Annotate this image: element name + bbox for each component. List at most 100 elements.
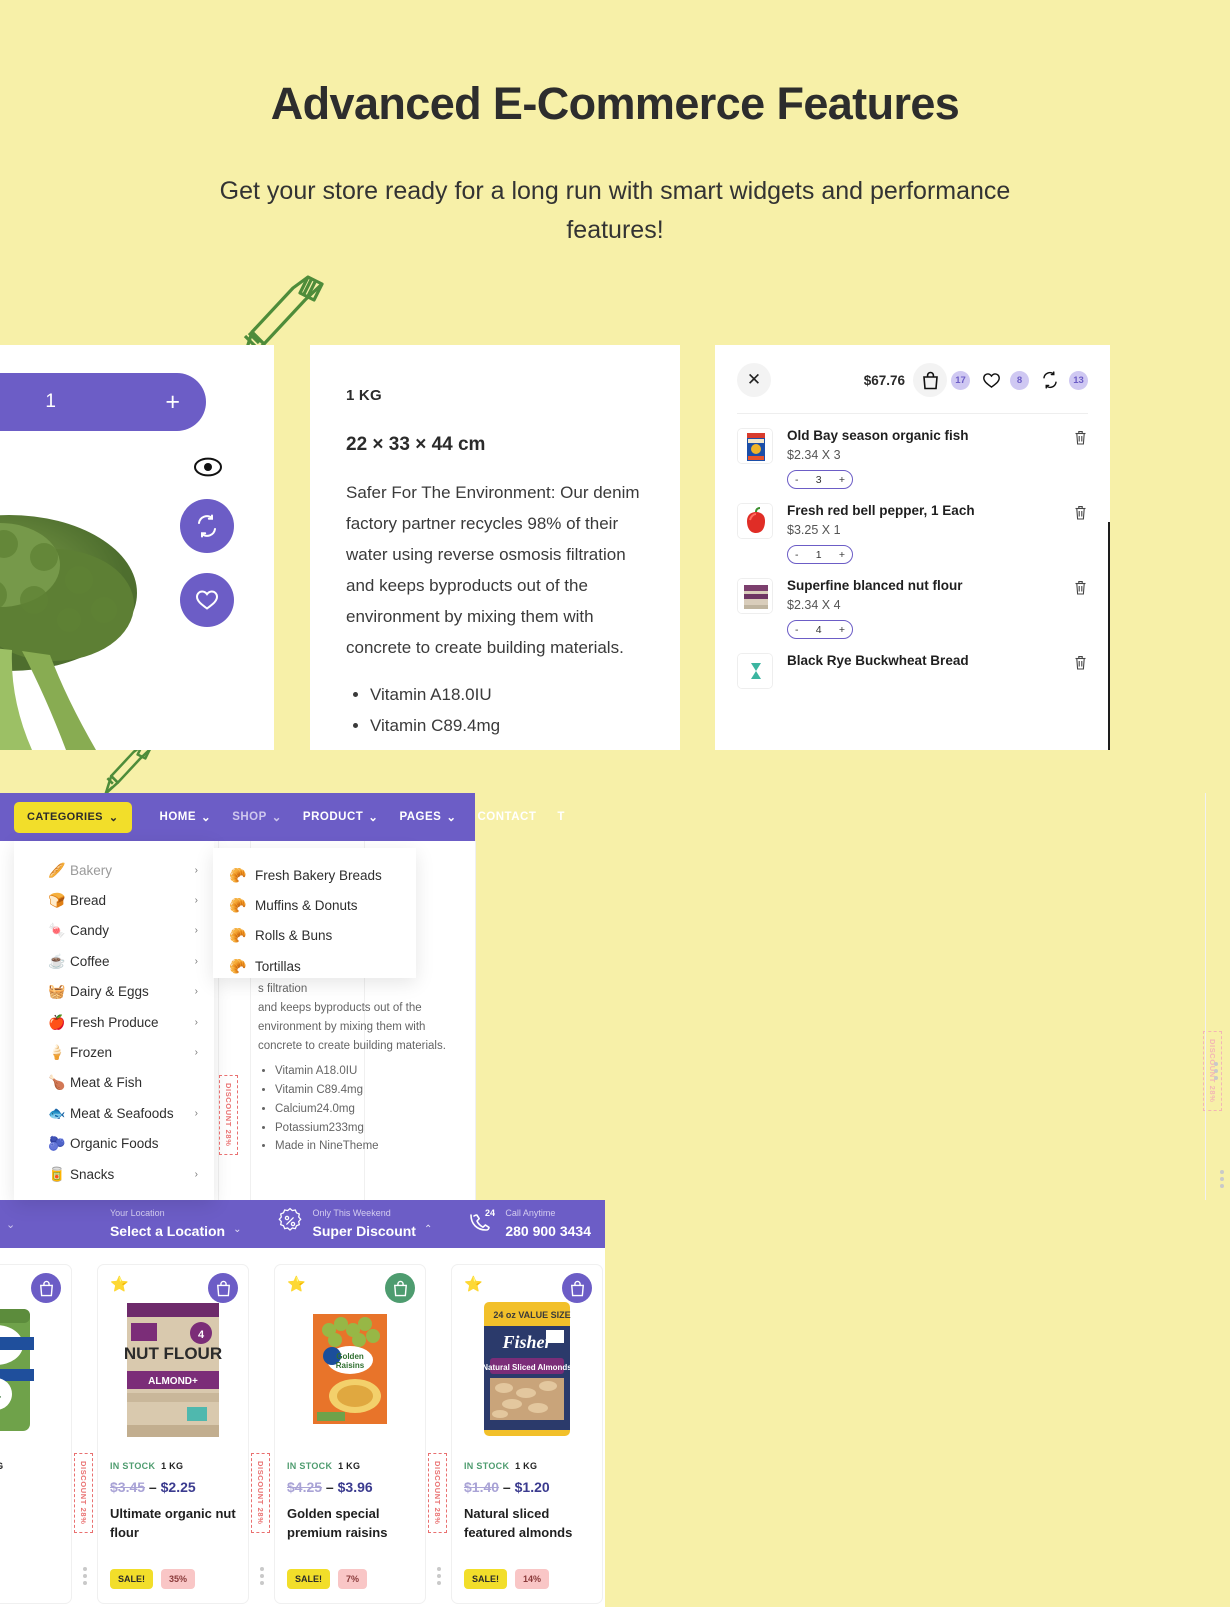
increment-button[interactable]: + bbox=[839, 549, 845, 561]
product-card[interactable]: ⭐ 24 oz VALUE SIZE Fisher Natural Sliced… bbox=[451, 1264, 603, 1604]
location-selector[interactable]: Your Location Select a Location ⌄ bbox=[110, 1207, 242, 1241]
list-item: Black Rye Buckwheat Bread bbox=[737, 653, 1088, 689]
chevron-up-icon: ⌃ bbox=[423, 1224, 433, 1236]
bread-icon: 🥐 bbox=[229, 897, 247, 914]
super-discount-block[interactable]: Only This Weekend Super Discount ⌃ bbox=[276, 1207, 433, 1241]
svg-text:NUT FLOUR: NUT FLOUR bbox=[124, 1344, 222, 1363]
cart-item-price: $3.25 X 1 bbox=[787, 523, 841, 537]
category-item-frozen[interactable]: 🍦 Frozen › bbox=[14, 1037, 214, 1067]
discount-badge: 7% bbox=[338, 1569, 368, 1589]
heart-icon[interactable] bbox=[976, 372, 1006, 389]
product-image: 4 NUT FLOUR ALMOND+ bbox=[110, 1293, 236, 1445]
drag-handle-dots[interactable] bbox=[260, 1567, 264, 1585]
category-item-candy[interactable]: 🍬 Candy › bbox=[14, 916, 214, 946]
discount-badge: 14% bbox=[515, 1569, 550, 1589]
chevron-down-icon: ⌄ bbox=[201, 812, 212, 824]
list-item: Potassium233mg bbox=[275, 1119, 468, 1138]
list-item: Vitamin C89.4mg bbox=[370, 711, 644, 742]
cart-item-name: Fresh red bell pepper, 1 Each bbox=[787, 503, 975, 518]
product-card[interactable]: 4 IN STOCK1 KG premium DISCOUNT 28% bbox=[0, 1264, 93, 1604]
cart-item-price: $2.34 X 3 bbox=[787, 448, 841, 462]
heart-icon[interactable] bbox=[180, 573, 234, 627]
eye-icon[interactable] bbox=[180, 457, 236, 477]
submenu-item-rolls-buns[interactable]: 🥐 Rolls & Buns bbox=[213, 921, 416, 951]
chevron-down-icon: ⌄ bbox=[446, 812, 457, 824]
nav-item-home[interactable]: HOME ⌄ bbox=[160, 810, 212, 824]
cart-item-quantity-stepper[interactable]: - 4 + bbox=[787, 620, 853, 639]
stock-status: IN STOCK 1 KG bbox=[110, 1461, 236, 1471]
product-thumbnail bbox=[737, 428, 773, 464]
decrement-button[interactable]: - bbox=[795, 624, 799, 636]
trash-icon[interactable] bbox=[1074, 580, 1088, 600]
broccoli-product-image bbox=[0, 445, 192, 750]
category-item-organic-foods[interactable]: 🫐 Organic Foods bbox=[14, 1129, 214, 1159]
bakery-icon: 🥖 bbox=[48, 861, 66, 878]
nav-item-product[interactable]: PRODUCT ⌄ bbox=[303, 810, 379, 824]
compare-count-badge: 13 bbox=[1069, 370, 1088, 390]
cart-item-quantity-stepper[interactable]: - 1 + bbox=[787, 545, 853, 564]
bag-icon[interactable] bbox=[913, 363, 947, 397]
category-item-dairy-eggs[interactable]: 🧺 Dairy & Eggs › bbox=[14, 977, 214, 1007]
categories-button[interactable]: CATEGORIES ⌄ bbox=[14, 801, 132, 833]
shop-panel: ⌄ Your Location Select a Location ⌄ Only… bbox=[0, 793, 1222, 1607]
phone-number: 280 900 3434 bbox=[505, 1222, 591, 1239]
cart-total-amount: $67.76 bbox=[863, 372, 905, 388]
trash-icon[interactable] bbox=[1074, 505, 1088, 525]
increment-button[interactable]: + bbox=[839, 474, 845, 486]
cart-scrollbar[interactable] bbox=[1108, 522, 1110, 750]
nav-item-shop[interactable]: SHOP ⌄ bbox=[232, 810, 282, 824]
add-to-cart-icon[interactable] bbox=[208, 1273, 238, 1303]
cart-bag-counter[interactable]: 17 bbox=[913, 363, 970, 397]
list-item: Vitamin A18.0IU bbox=[370, 680, 644, 711]
cart-item-quantity-stepper[interactable]: - 3 + bbox=[787, 470, 853, 489]
submenu-item-muffins-donuts[interactable]: 🥐 Muffins & Donuts bbox=[213, 890, 416, 920]
drag-handle-dots[interactable] bbox=[83, 1567, 87, 1585]
chevron-right-icon: › bbox=[194, 925, 198, 937]
product-card[interactable]: ⭐ Golden Raisins IN STOCK 1 KG $4.25 – $… bbox=[274, 1264, 447, 1604]
svg-text:4: 4 bbox=[198, 1329, 205, 1341]
category-item-snacks[interactable]: 🥫 Snacks › bbox=[14, 1159, 214, 1189]
cart-wishlist-counter[interactable]: 8 bbox=[970, 370, 1029, 390]
drag-handle-dots[interactable] bbox=[437, 1567, 441, 1585]
product-grid: 4 IN STOCK1 KG premium DISCOUNT 28% bbox=[0, 1248, 605, 1604]
product-action-buttons bbox=[180, 457, 236, 647]
cart-compare-counter[interactable]: 13 bbox=[1029, 370, 1088, 390]
increment-button[interactable]: + bbox=[839, 624, 845, 636]
submenu-item-fresh-bakery-breads[interactable]: 🥐 Fresh Bakery Breads bbox=[213, 860, 416, 890]
trash-icon[interactable] bbox=[1074, 430, 1088, 450]
snacks-icon: 🥫 bbox=[48, 1165, 66, 1182]
submenu-item-tortillas[interactable]: 🥐 Tortillas bbox=[213, 951, 416, 981]
nav-item-pages[interactable]: PAGES ⌄ bbox=[399, 810, 456, 824]
category-label: Meat & Fish bbox=[70, 1075, 143, 1091]
decrement-button[interactable]: - bbox=[795, 474, 799, 486]
featured-star-icon: ⭐ bbox=[464, 1276, 483, 1293]
quantity-increment-button[interactable]: + bbox=[165, 389, 180, 415]
category-item-fresh-produce[interactable]: 🍎 Fresh Produce › bbox=[14, 1007, 214, 1037]
list-item: Vitamin A18.0IU bbox=[275, 1062, 468, 1081]
list-item: Superfine blanced nut flour $2.34 X 4 - … bbox=[737, 578, 1088, 639]
category-item-meat-seafoods[interactable]: 🐟 Meat & Seafoods › bbox=[14, 1098, 214, 1128]
product-card[interactable]: ⭐ 4 NUT FLOUR ALMOND+ IN STOCK 1 KG $3.4… bbox=[97, 1264, 270, 1604]
trash-icon[interactable] bbox=[1074, 655, 1088, 675]
featured-star-icon: ⭐ bbox=[110, 1276, 129, 1293]
bread-icon: 🍞 bbox=[48, 892, 66, 909]
phone-block[interactable]: 24 Call Anytime 280 900 3434 bbox=[466, 1207, 591, 1241]
seafood-icon: 🐟 bbox=[48, 1104, 66, 1121]
close-icon[interactable]: ✕ bbox=[737, 363, 771, 397]
category-item-meat-fish[interactable]: 🍗 Meat & Fish bbox=[14, 1068, 214, 1098]
add-to-cart-icon[interactable] bbox=[385, 1273, 415, 1303]
decrement-button[interactable]: - bbox=[795, 549, 799, 561]
new-price: $3.96 bbox=[337, 1479, 373, 1495]
category-item-coffee[interactable]: ☕ Coffee › bbox=[14, 946, 214, 976]
category-item-bakery[interactable]: 🥖 Bakery › bbox=[14, 855, 214, 885]
quantity-stepper[interactable]: 1 + bbox=[0, 373, 206, 431]
add-to-cart-icon[interactable] bbox=[562, 1273, 592, 1303]
compare-icon[interactable] bbox=[1035, 371, 1065, 389]
percent-badge-icon bbox=[276, 1207, 304, 1240]
add-to-cart-icon[interactable] bbox=[31, 1273, 61, 1303]
category-item-bread[interactable]: 🍞 Bread › bbox=[14, 885, 214, 915]
product-image: Golden Raisins bbox=[287, 1293, 413, 1445]
product-tags: SALE! 7% bbox=[287, 1569, 368, 1589]
compare-icon[interactable] bbox=[180, 499, 234, 553]
discount-ribbon-label: DISCOUNT 28% bbox=[256, 1461, 265, 1525]
